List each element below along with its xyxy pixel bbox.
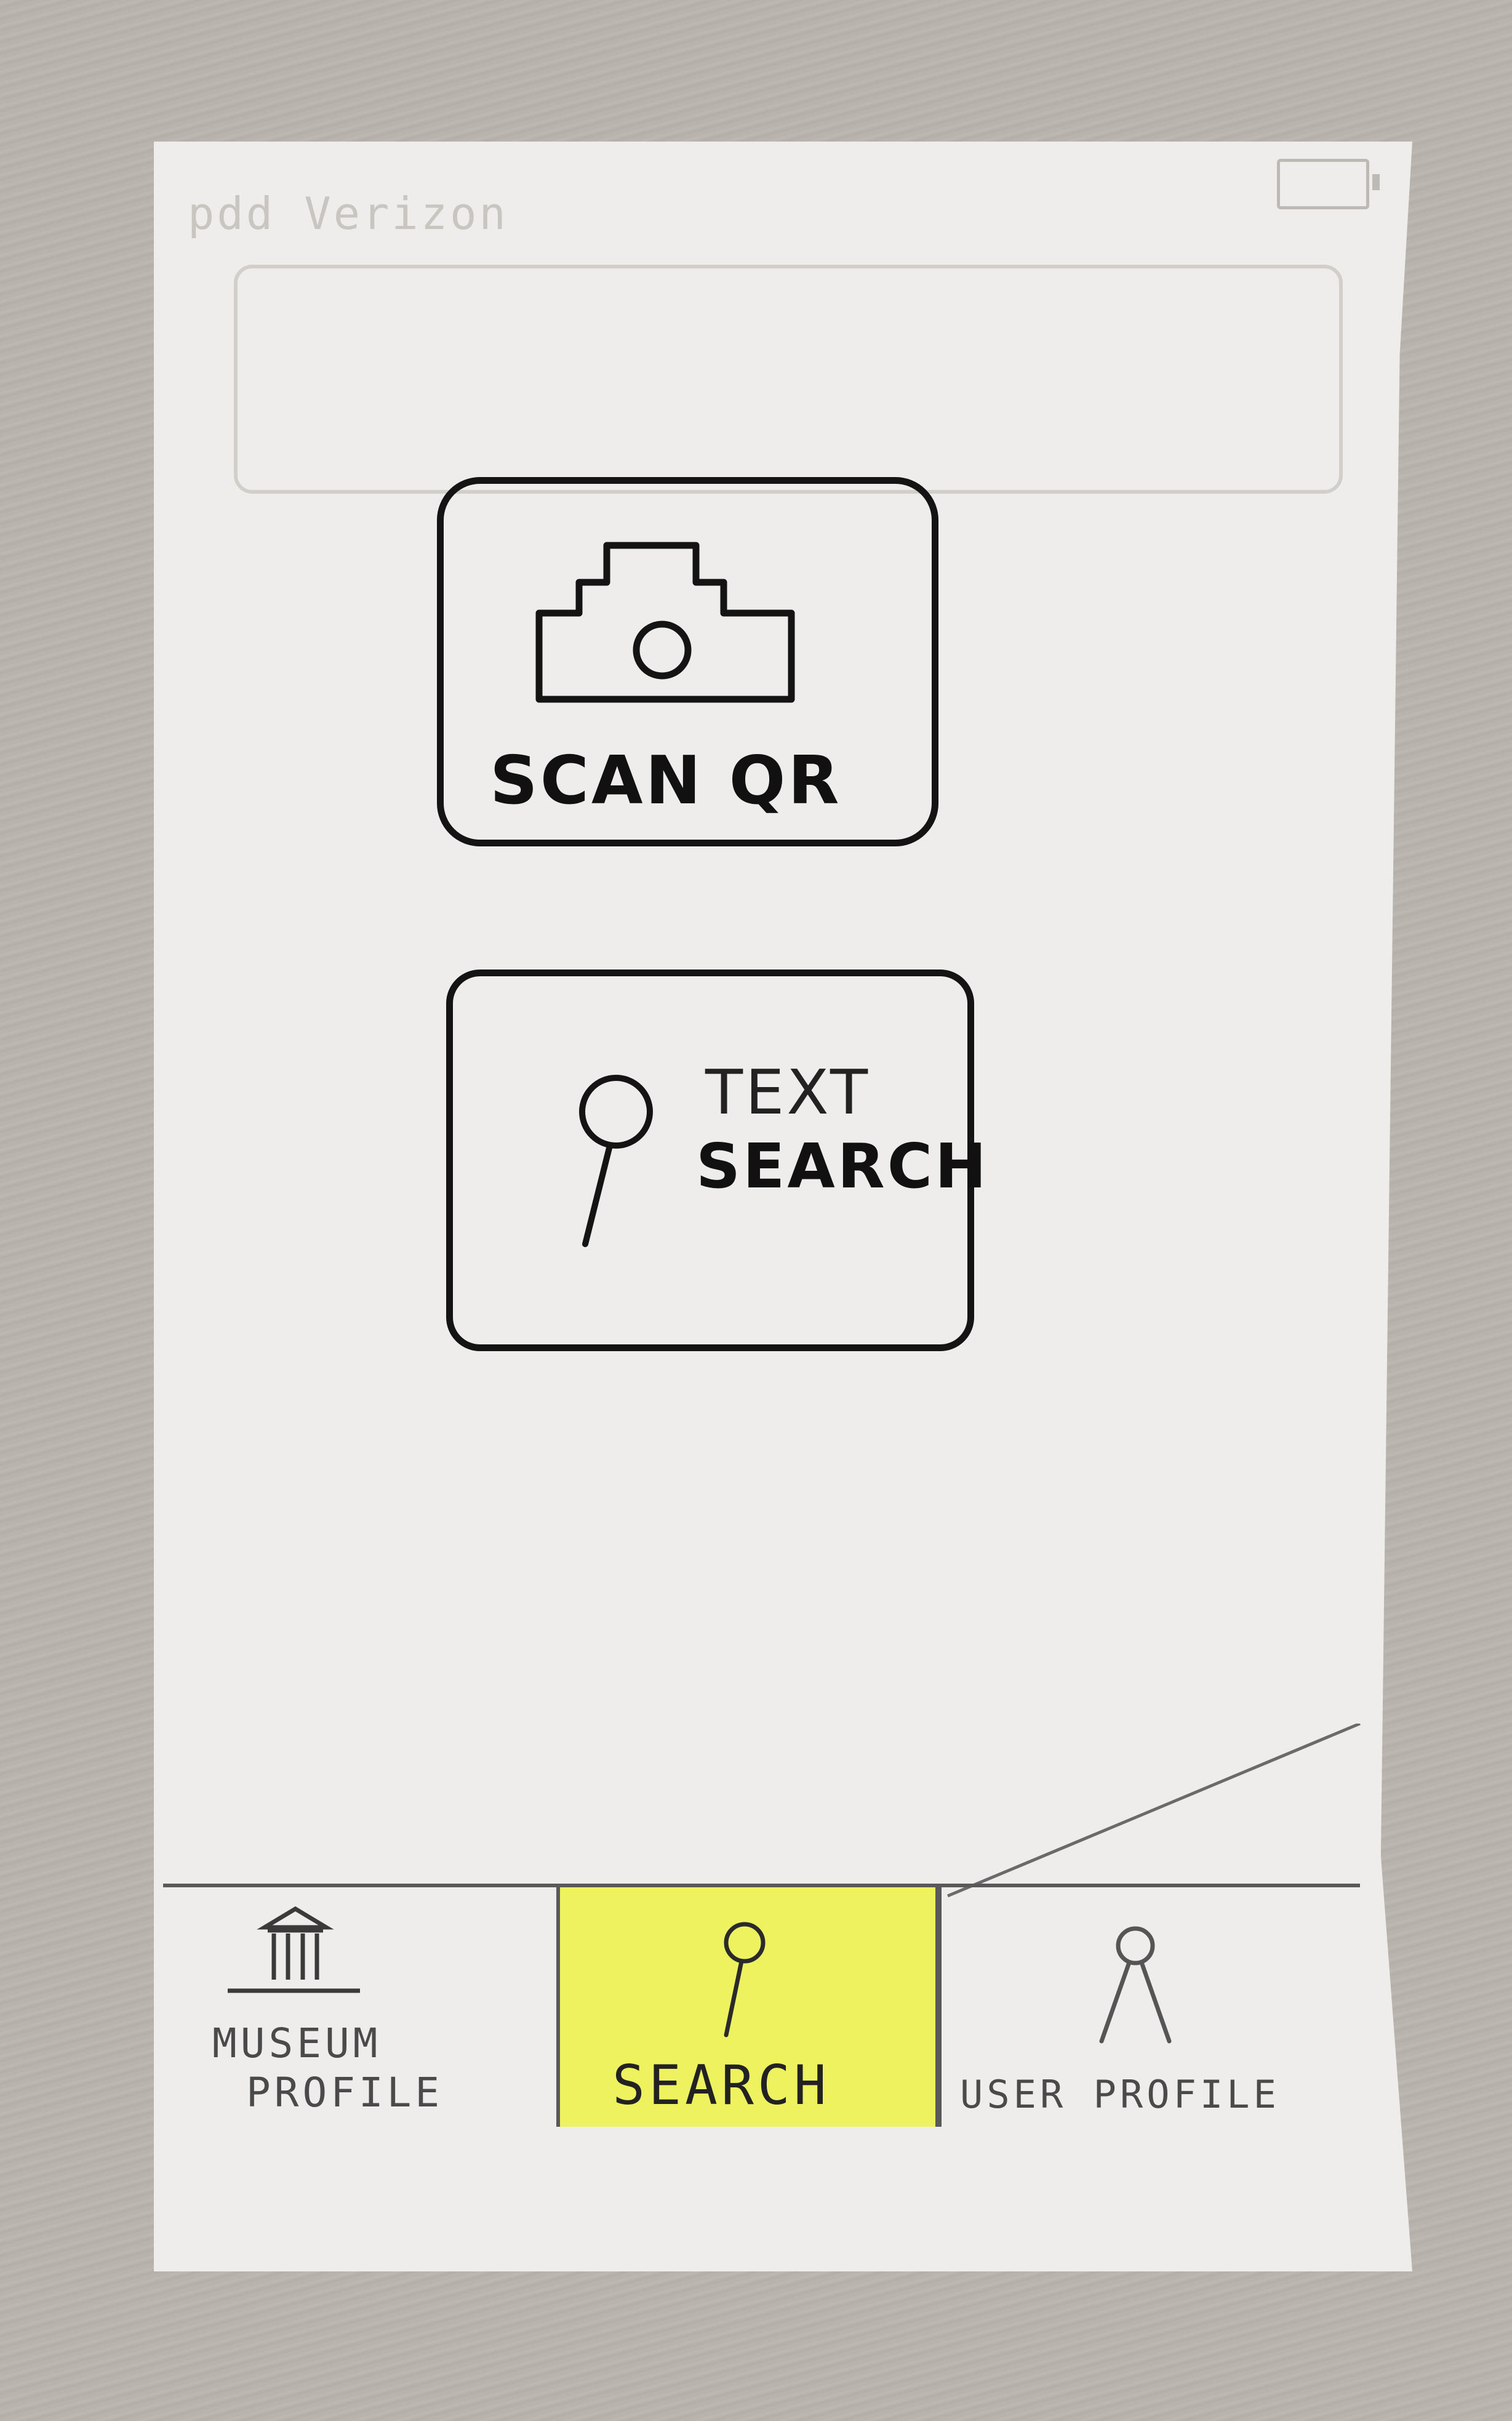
carrier-text: pdd Verizon (188, 188, 508, 239)
museum-icon (228, 1906, 360, 1993)
scan-qr-button[interactable]: SCAN QR (437, 477, 938, 846)
tab-user-profile[interactable]: USER PROFILE (948, 1887, 1360, 2127)
user-icon (1099, 1926, 1172, 2044)
ghost-header (234, 265, 1343, 494)
magnifier-icon (579, 1075, 653, 1247)
text-search-label-line2: SEARCH (696, 1130, 989, 1202)
museum-profile-label-line2: PROFILE (246, 2069, 444, 2116)
scan-qr-label: SCAN QR (490, 742, 842, 819)
text-search-button[interactable]: TEXT SEARCH (446, 970, 986, 1351)
museum-profile-label-line1: MUSEUM (212, 2020, 382, 2067)
user-profile-label: USER PROFILE (960, 2072, 1280, 2117)
camera-icon (535, 542, 795, 703)
bottom-nav: MUSEUM PROFILE SEARCH USER PROFILE (163, 1884, 1360, 2127)
tab-museum-profile[interactable]: MUSEUM PROFILE (163, 1887, 560, 2127)
paper-fold-line (947, 1724, 1361, 1898)
tab-search[interactable]: SEARCH (560, 1887, 942, 2127)
text-search-label-line1: TEXT (705, 1056, 871, 1128)
battery-icon (1277, 159, 1380, 209)
search-icon (724, 1922, 766, 2038)
search-tab-label: SEARCH (612, 2054, 830, 2117)
